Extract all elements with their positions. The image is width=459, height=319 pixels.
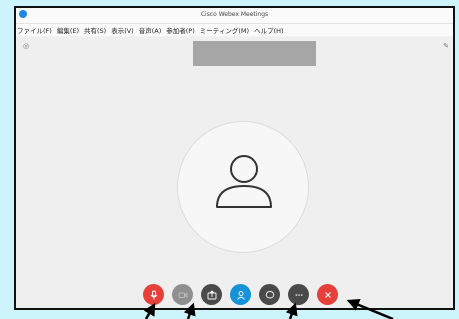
more-button[interactable] — [288, 284, 309, 305]
leave-button[interactable] — [317, 284, 338, 305]
settings-dot-icon[interactable]: ◎ — [21, 41, 31, 51]
chat-button[interactable] — [259, 284, 280, 305]
menu-help[interactable]: ヘルプ(H) — [254, 25, 283, 35]
close-icon — [324, 291, 331, 298]
avatar — [177, 121, 309, 253]
menu-meeting[interactable]: ミーティング(M) — [200, 25, 249, 35]
person-icon — [236, 290, 245, 300]
menu-share[interactable]: 共有(S) — [84, 25, 106, 35]
share-icon — [207, 289, 216, 299]
menu-participants[interactable]: 参加者(P) — [166, 25, 195, 35]
participants-button[interactable] — [230, 284, 251, 305]
menu-file[interactable]: ファイル(F) — [17, 25, 52, 35]
video-icon — [178, 292, 187, 298]
mute-button[interactable] — [143, 284, 164, 305]
person-icon — [216, 155, 272, 208]
webex-window: Cisco Webex Meetings ファイル(F) 編集(E) 共有(S)… — [14, 6, 455, 310]
meeting-stage: ◎ ✎ — [16, 37, 453, 308]
menu-edit[interactable]: 編集(E) — [57, 25, 79, 35]
menu-bar: ファイル(F) 編集(E) 共有(S) 表示(V) 音声(A) 参加者(P) ミ… — [16, 24, 453, 36]
share-button[interactable] — [201, 284, 222, 305]
microphone-icon — [150, 290, 157, 299]
meeting-controls — [143, 284, 338, 305]
participant-name-bar — [193, 41, 316, 66]
title-bar: Cisco Webex Meetings — [16, 8, 453, 24]
window-title: Cisco Webex Meetings — [200, 11, 269, 18]
pen-icon[interactable]: ✎ — [441, 41, 451, 51]
menu-view[interactable]: 表示(V) — [111, 25, 134, 35]
menu-audio[interactable]: 音声(A) — [139, 25, 162, 35]
chat-icon — [265, 290, 274, 298]
video-button[interactable] — [172, 284, 193, 305]
more-icon — [295, 293, 302, 296]
